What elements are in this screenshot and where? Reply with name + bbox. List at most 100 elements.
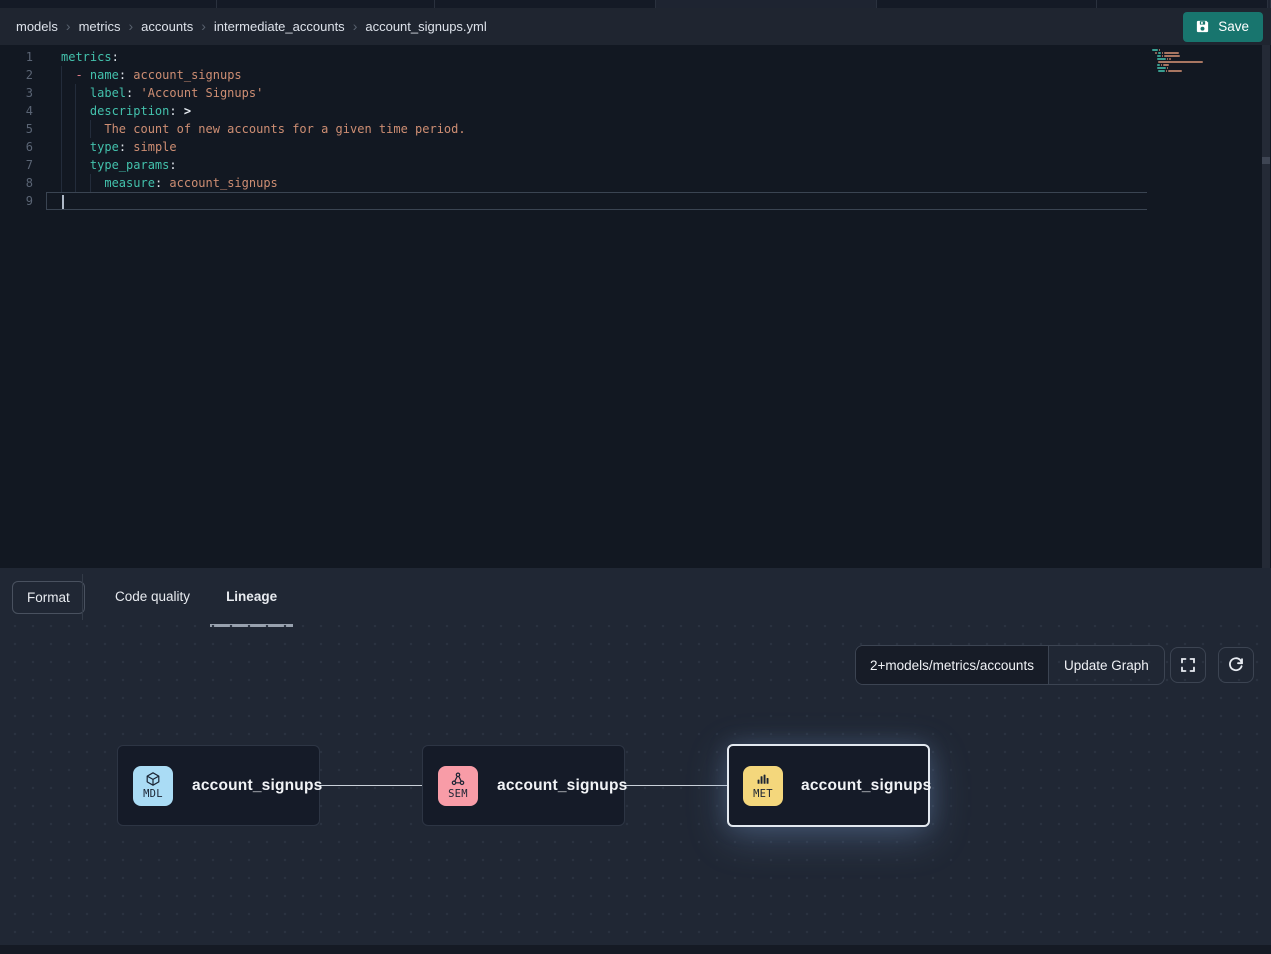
editor-line[interactable]: 2 - name: account_signups	[0, 66, 1147, 84]
line-code: - name: account_signups	[46, 66, 1147, 84]
editor-line[interactable]: 6 type: simple	[0, 138, 1147, 156]
indent-guide	[75, 84, 76, 192]
fullscreen-icon	[1179, 656, 1197, 674]
text-cursor	[62, 195, 64, 209]
window-tab-segment	[1097, 0, 1268, 8]
code-editor[interactable]: 1metrics:2 - name: account_signups3 labe…	[0, 45, 1271, 568]
token-dash: -	[75, 68, 89, 82]
editor-lines: 1metrics:2 - name: account_signups3 labe…	[0, 48, 1147, 210]
breadcrumb-item[interactable]: models	[16, 19, 58, 34]
lineage-edge	[320, 785, 422, 786]
line-code: type: simple	[46, 138, 1147, 156]
line-number: 3	[0, 84, 46, 102]
line-code: type_params:	[46, 156, 1147, 174]
token-key: label	[90, 86, 126, 100]
save-button[interactable]: Save	[1183, 12, 1263, 42]
token-val: account_signups	[126, 68, 242, 82]
chevron-right-icon: ›	[353, 19, 358, 33]
panel-tabs: Code qualityLineage	[95, 568, 293, 625]
editor-line[interactable]: 5 The count of new accounts for a given …	[0, 120, 1147, 138]
minimap[interactable]	[1152, 49, 1212, 76]
editor-line[interactable]: 1metrics:	[0, 48, 1147, 66]
line-code: measure: account_signups	[46, 174, 1147, 192]
lineage-canvas[interactable]: Update Graph MDLaccount_s	[0, 625, 1271, 945]
refresh-icon	[1227, 656, 1245, 674]
lineage-filter-input[interactable]	[856, 646, 1048, 684]
token-pun: :	[169, 104, 176, 118]
format-button[interactable]: Format	[12, 581, 85, 614]
tab-code-quality[interactable]: Code quality	[95, 568, 210, 625]
indent-guide	[61, 66, 62, 192]
chevron-right-icon: ›	[128, 19, 133, 33]
editor-line[interactable]: 8 measure: account_signups	[0, 174, 1147, 192]
line-code: description: >	[46, 102, 1147, 120]
indent-guide	[90, 120, 91, 138]
token-val: The count of new accounts for a given ti…	[104, 122, 465, 136]
node-name: account_signups	[192, 777, 322, 795]
breadcrumb-item[interactable]: metrics	[79, 19, 121, 34]
bottom-panel: Format Code qualityLineage Update Graph	[0, 568, 1271, 945]
file-header-bar: models › metrics › accounts › intermediate_acc…	[0, 8, 1271, 45]
lineage-filter-group: Update Graph	[855, 645, 1165, 685]
breadcrumb: models › metrics › accounts › intermediate_acc…	[16, 19, 487, 34]
node-badge-label: MDL	[143, 788, 163, 800]
token-pun: :	[112, 50, 119, 64]
chevron-right-icon: ›	[66, 19, 71, 33]
window-tab-segment	[877, 0, 1097, 8]
editor-line[interactable]: 9	[0, 192, 1147, 210]
metric-chart-icon: MET	[743, 766, 783, 806]
token-key: name	[90, 68, 119, 82]
token-ws	[61, 68, 75, 82]
line-number: 7	[0, 156, 46, 174]
token-key: metrics	[61, 50, 112, 64]
indent-guide	[90, 174, 91, 192]
tab-lineage[interactable]: Lineage	[210, 568, 293, 625]
token-pun: :	[119, 68, 126, 82]
line-code: The count of new accounts for a given ti…	[46, 120, 1147, 138]
node-name: account_signups	[801, 777, 931, 795]
semantic-graph-icon: SEM	[438, 766, 478, 806]
line-code: metrics:	[46, 48, 1147, 66]
token-key: description	[90, 104, 169, 118]
editor-line[interactable]: 7 type_params:	[0, 156, 1147, 174]
token-key: type	[90, 140, 119, 154]
lineage-node-sem[interactable]: SEMaccount_signups	[422, 745, 625, 826]
scrollbar-thumb[interactable]	[1262, 157, 1270, 164]
window-tab-segment	[435, 0, 656, 8]
editor-line[interactable]: 3 label: 'Account Signups'	[0, 84, 1147, 102]
line-number: 4	[0, 102, 46, 120]
fullscreen-button[interactable]	[1170, 647, 1206, 683]
token-ws	[61, 176, 104, 190]
editor-scrollbar[interactable]	[1262, 45, 1270, 568]
token-key: type_params	[90, 158, 169, 172]
update-graph-button[interactable]: Update Graph	[1048, 646, 1164, 684]
breadcrumb-item[interactable]: intermediate_accounts	[214, 19, 345, 34]
line-code: label: 'Account Signups'	[46, 84, 1147, 102]
token-key: measure	[104, 176, 155, 190]
node-badge-label: SEM	[448, 788, 468, 800]
window-tab-strip	[0, 0, 1271, 8]
token-val: simple	[126, 140, 177, 154]
refresh-button[interactable]	[1218, 647, 1254, 683]
token-punb: >	[177, 104, 191, 118]
cube-icon: MDL	[133, 766, 173, 806]
line-number: 6	[0, 138, 46, 156]
lineage-node-met[interactable]: MET account_signups	[727, 744, 930, 827]
token-val: account_signups	[162, 176, 278, 190]
editor-line[interactable]: 4 description: >	[0, 102, 1147, 120]
breadcrumb-item[interactable]: accounts	[141, 19, 193, 34]
line-number: 5	[0, 120, 46, 138]
lineage-node-mdl[interactable]: MDL account_signups	[117, 745, 320, 826]
breadcrumb-item[interactable]: account_signups.yml	[365, 19, 486, 34]
window-tab-segment	[0, 0, 217, 8]
line-number: 9	[0, 192, 46, 210]
token-val: 'Account Signups'	[133, 86, 263, 100]
token-ws	[61, 122, 104, 136]
ide-window: models › metrics › accounts › intermediate_acc…	[0, 0, 1271, 954]
tab-divider	[82, 574, 83, 620]
window-tab-segment	[656, 0, 877, 8]
chevron-right-icon: ›	[201, 19, 206, 33]
token-pun: :	[119, 140, 126, 154]
line-number: 8	[0, 174, 46, 192]
line-code	[46, 192, 1147, 210]
